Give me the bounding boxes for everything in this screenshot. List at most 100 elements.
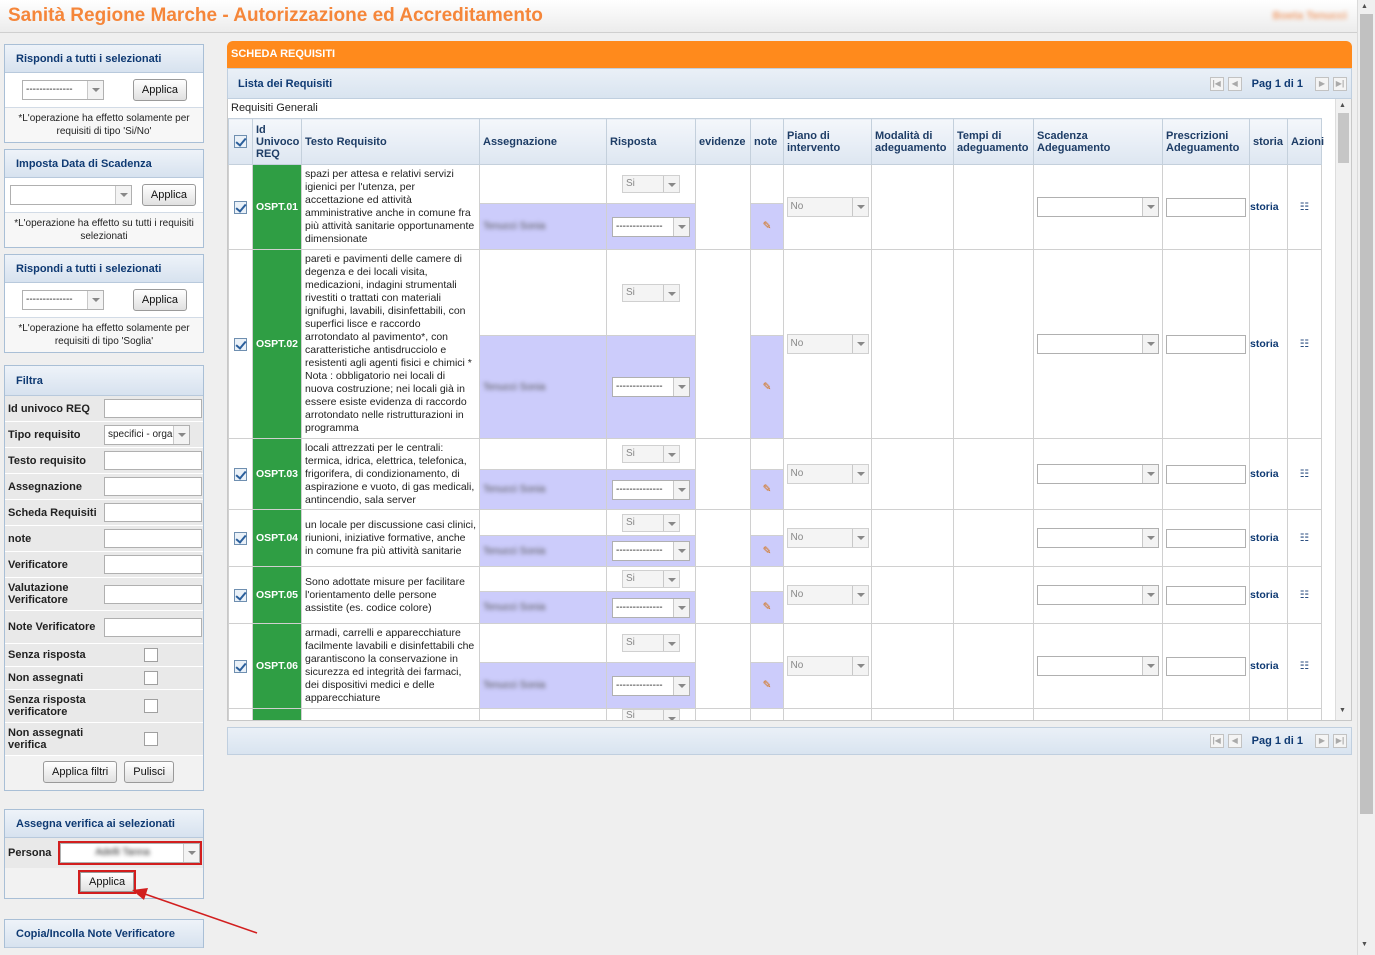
select[interactable]: No [786,197,869,217]
prescrizioni-cell[interactable] [1162,566,1250,624]
risposta-cell[interactable]: Si [606,164,696,204]
prev-page-icon[interactable]: ◀ [1227,734,1242,748]
risposta-cell[interactable]: Si [606,566,696,592]
row-select-cell[interactable] [228,623,253,709]
tempi-cell[interactable] [953,509,1034,567]
select[interactable]: No [786,464,869,484]
filter-non-assegnati-verifica-checkbox[interactable] [144,732,158,746]
filter-valutazione-input[interactable] [104,584,202,604]
filter-note-input[interactable] [104,529,202,548]
select[interactable]: -------------- [612,377,690,397]
first-page-icon[interactable]: |◀ [1209,76,1224,91]
row-checkbox[interactable] [234,467,247,481]
storia-link[interactable]: storia [1249,566,1288,624]
evidenze-cell[interactable] [695,623,751,709]
apply-filters-button[interactable]: Applica filtri [43,761,118,783]
filter-scheda-input[interactable] [104,503,202,522]
col-header-risposta[interactable]: Risposta [606,118,696,165]
pencil-icon[interactable]: ✎ [750,662,784,709]
piano-cell[interactable]: No [783,164,872,250]
actions-menu-icon[interactable]: ☷ [1287,249,1322,439]
pencil-icon[interactable]: ✎ [750,535,784,567]
scadenza-cell[interactable] [1033,623,1163,709]
scadenza-cell[interactable] [1033,164,1163,250]
tempi-cell[interactable] [953,249,1034,439]
piano-cell[interactable]: No [783,566,872,624]
pencil-icon[interactable]: ✎ [750,591,784,624]
risposta-cell[interactable]: Si [606,438,696,470]
row-select-cell[interactable] [228,509,253,567]
piano-cell[interactable]: No [783,438,872,510]
row-checkbox[interactable] [234,588,247,602]
risposta-select-cell[interactable]: -------------- [606,469,696,510]
select-all-header[interactable] [228,118,253,165]
select[interactable]: -------------- [612,675,690,696]
select[interactable] [1037,656,1159,676]
modalita-cell[interactable] [871,164,954,250]
table-row[interactable]: Si [228,708,1322,720]
last-page-icon[interactable]: ▶| [1333,76,1347,91]
prescrizioni-input[interactable] [1166,197,1246,217]
evidenze-cell[interactable] [695,164,751,250]
select[interactable]: Si [622,513,680,532]
actions-menu-icon[interactable]: ☷ [1287,623,1322,709]
actions-menu-icon[interactable]: ☷ [1287,509,1322,567]
rispondi-select-2[interactable]: -------------- [22,290,104,310]
partial-risposta-cell[interactable]: Si [606,708,696,720]
actions-menu-icon[interactable]: ☷ [1287,164,1322,250]
row-checkbox[interactable] [234,531,247,545]
select[interactable]: -------------- [612,479,690,500]
filter-note-verificatore-input[interactable] [104,617,202,637]
pencil-icon[interactable]: ✎ [750,469,784,510]
select[interactable]: No [786,656,869,676]
prescrizioni-cell[interactable] [1162,249,1250,439]
col-header-tempi[interactable]: Tempi di adeguamento [953,118,1034,165]
risposta-select-cell[interactable]: -------------- [606,335,696,439]
select[interactable] [1037,585,1159,605]
prescrizioni-cell[interactable] [1162,623,1250,709]
modalita-cell[interactable] [871,566,954,624]
col-header-evidenze[interactable]: evidenze [695,118,751,165]
col-header-modalita[interactable]: Modalità di adeguamento [871,118,954,165]
assegna-apply-button[interactable]: Applica [77,870,137,894]
select[interactable]: No [786,528,869,548]
prescrizioni-cell[interactable] [1162,509,1250,567]
prescrizioni-input[interactable] [1166,585,1246,605]
pencil-icon[interactable]: ✎ [750,203,784,250]
select[interactable]: -------------- [612,597,690,618]
scadenza-cell[interactable] [1033,509,1163,567]
tempi-cell[interactable] [953,164,1034,250]
risposta-cell[interactable]: Si [606,623,696,663]
last-page-icon[interactable]: ▶| [1333,734,1347,748]
row-select-cell[interactable] [228,566,253,624]
filter-senza-risposta-checkbox[interactable] [144,648,158,662]
storia-link[interactable]: storia [1249,249,1288,439]
select[interactable] [1037,464,1159,484]
actions-menu-icon[interactable]: ☷ [1287,438,1322,510]
storia-link[interactable]: storia [1249,164,1288,250]
select[interactable]: No [786,334,869,354]
col-header-piano[interactable]: Piano di intervento [783,118,872,165]
row-select-cell[interactable] [228,164,253,250]
col-header-prescrizioni[interactable]: Prescrizioni Adeguamento [1162,118,1250,165]
modalita-cell[interactable] [871,623,954,709]
scadenza-apply-button[interactable]: Applica [141,184,196,206]
modalita-cell[interactable] [871,249,954,439]
row-select-cell[interactable] [228,438,253,510]
table-row[interactable]: OSPT.02 pareti e pavimenti delle camere d… [228,249,1322,439]
filter-non-assegnati-checkbox[interactable] [144,671,158,685]
modalita-cell[interactable] [871,438,954,510]
modalita-cell[interactable] [871,509,954,567]
risposta-select-cell[interactable]: -------------- [606,591,696,624]
pencil-icon[interactable]: ✎ [750,335,784,439]
copia-panel-title[interactable]: Copia/Incolla Note Verificatore [5,920,203,948]
actions-menu-icon[interactable]: ☷ [1287,566,1322,624]
row-select-cell[interactable] [228,249,253,439]
select[interactable] [1037,528,1159,548]
col-header-note[interactable]: note [750,118,784,165]
user-name[interactable]: Boeta Tenucci [1273,10,1347,22]
prescrizioni-input[interactable] [1166,656,1246,676]
prescrizioni-input[interactable] [1166,464,1246,484]
col-header-storia[interactable]: storia [1249,118,1288,165]
filter-testo-input[interactable] [104,451,202,470]
